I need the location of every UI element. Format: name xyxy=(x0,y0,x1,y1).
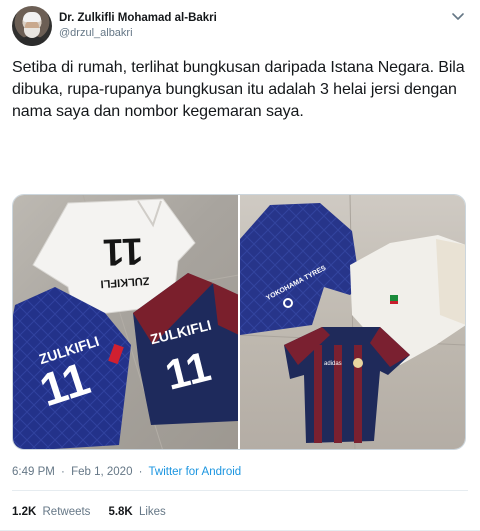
jersey-striped: adidas xyxy=(284,327,410,443)
tweet-source-link[interactable]: Twitter for Android xyxy=(149,466,242,478)
likes-stat[interactable]: 5.8K Likes xyxy=(108,506,165,518)
tweet-meta: 6:49 PM · Feb 1, 2020 · Twitter for Andr… xyxy=(12,466,241,478)
author-handle[interactable]: @drzul_albakri xyxy=(59,26,217,40)
tweet-header: Dr. Zulkifli Mohamad al-Bakri @drzul_alb… xyxy=(12,6,468,46)
author-display-name[interactable]: Dr. Zulkifli Mohamad al-Bakri xyxy=(59,11,217,26)
author-names: Dr. Zulkifli Mohamad al-Bakri @drzul_alb… xyxy=(59,11,217,40)
retweets-label: Retweets xyxy=(42,506,91,518)
photo-right[interactable]: YOKOHAMA TYRES adidas xyxy=(240,195,465,449)
tweet-text: Setiba di rumah, terlihat bungkusan dari… xyxy=(12,59,465,120)
tweet-card: Dr. Zulkifli Mohamad al-Bakri @drzul_alb… xyxy=(0,0,480,531)
avatar[interactable] xyxy=(12,6,52,46)
avatar-cap xyxy=(23,12,41,22)
retweets-stat[interactable]: 1.2K Retweets xyxy=(12,506,90,518)
likes-label: Likes xyxy=(138,506,166,518)
tweet-stats: 1.2K Retweets 5.8K Likes xyxy=(12,506,166,518)
photo-left[interactable]: 11 ZULKIFLI ZULKIFLI 11 ZULKIFLI 11 xyxy=(13,195,238,449)
likes-count: 5.8K xyxy=(108,506,133,518)
jersey-striped-brand: adidas xyxy=(324,361,342,367)
tweet-date[interactable]: Feb 1, 2020 xyxy=(71,466,132,478)
meta-separator-2: · xyxy=(138,466,143,478)
jersey-white-number: 11 xyxy=(102,229,144,272)
tweet-time[interactable]: 6:49 PM xyxy=(12,466,55,478)
chevron-down-icon[interactable] xyxy=(450,10,466,24)
divider xyxy=(12,490,468,491)
meta-separator: · xyxy=(61,466,65,478)
retweets-count: 1.2K xyxy=(12,506,37,518)
jersey-blue-sponsor: YOKOHAMA TYRES xyxy=(240,203,360,335)
media-grid: 11 ZULKIFLI ZULKIFLI 11 ZULKIFLI 11 YOKO… xyxy=(12,194,466,450)
